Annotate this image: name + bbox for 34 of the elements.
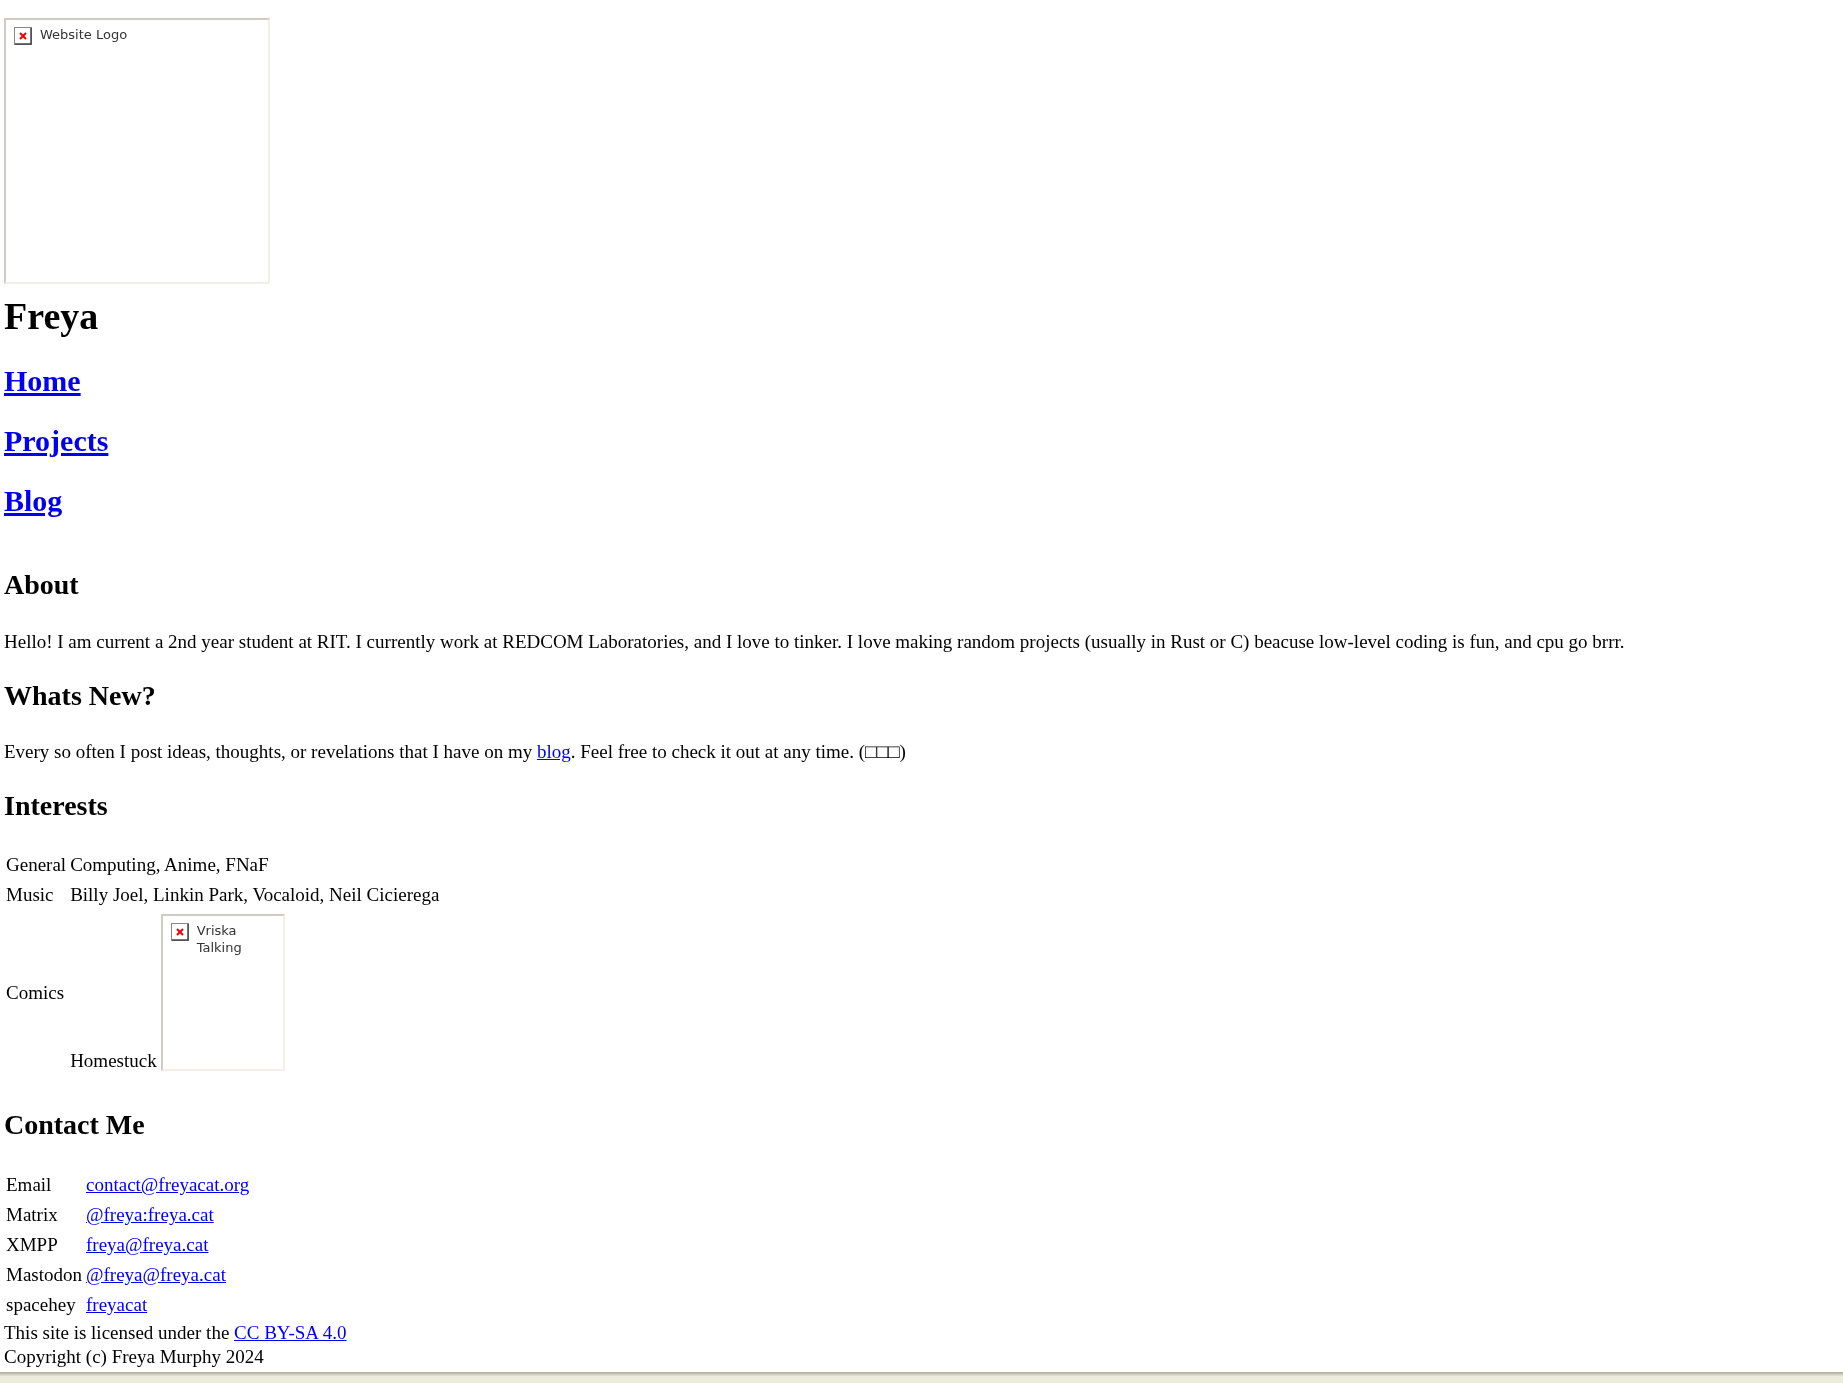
contact-label: Matrix <box>6 1204 58 1225</box>
section-heading: About <box>4 569 79 601</box>
whats-new-text: Every so often I post ideas, thoughts, or revelations that I have on my blog. Feel free to check it out at any time. (□□□) <box>4 741 907 763</box>
about-text: Hello! I am current a 2nd year student at RIT. I currently work at REDCOM Laboratories, and I love to tinker. I love making random projects (usually in Rust or C) beacuse low-level coding is fun, and cpu go brrr. <box>4 631 1626 653</box>
nav-link[interactable]: Home <box>4 364 81 398</box>
license-text: This site is licensed under the CC BY-SA 4.0 <box>4 1321 348 1345</box>
contact-link[interactable]: freyacat <box>86 1294 148 1315</box>
site-title: Freya <box>4 294 100 338</box>
interest-value: Computing, Anime, FNaF <box>70 854 269 875</box>
broken-image-icon <box>170 923 189 941</box>
interest-value: Billy Joel, Linkin Park, Vocaloid, Neil Cicierega <box>70 884 440 905</box>
interest-label: Music <box>6 884 54 905</box>
image-alt-text: Website Logo <box>40 26 128 43</box>
nav-link[interactable]: Blog <box>4 484 63 518</box>
section-heading: Contact Me <box>4 1109 145 1141</box>
contact-label: XMPP <box>6 1234 58 1255</box>
contact-link[interactable]: freya@freya.cat <box>86 1234 209 1255</box>
contact-label: Mastodon <box>6 1264 82 1285</box>
interest-label: General <box>6 854 67 875</box>
contact-link[interactable]: @freya@freya.cat <box>86 1264 226 1285</box>
interest-label: Comics <box>6 981 65 1003</box>
nav-link[interactable]: Projects <box>4 424 109 458</box>
copyright-text: Copyright (c) Freya Murphy 2024 <box>4 1345 265 1369</box>
license-link[interactable]: CC BY-SA 4.0 <box>234 1322 347 1343</box>
contact-link[interactable]: @freya:freya.cat <box>86 1204 214 1225</box>
interest-value: Homestuck <box>70 1051 157 1071</box>
broken-image-icon <box>14 27 32 45</box>
contact-link[interactable]: contact@freyacat.org <box>86 1174 250 1195</box>
section-heading: Interests <box>4 790 108 822</box>
image-alt-text: Vriska Talking <box>196 922 243 956</box>
section-heading: Whats New? <box>4 680 156 712</box>
blog-link[interactable]: blog <box>536 741 571 762</box>
contact-label: spacehey <box>6 1294 76 1315</box>
contact-label: Email <box>6 1174 52 1195</box>
